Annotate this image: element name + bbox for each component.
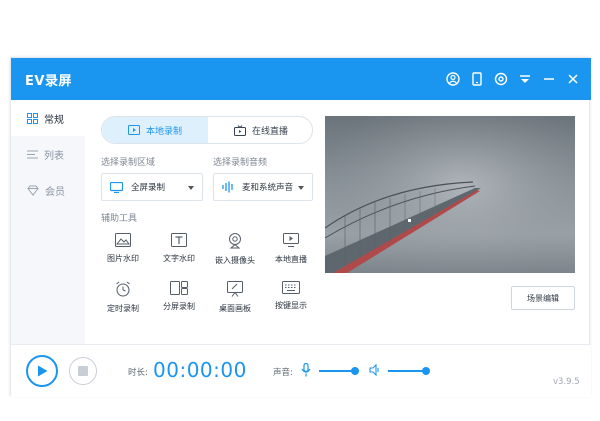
play-icon [38, 365, 48, 377]
tool-text-watermark[interactable]: 文字水印 [151, 233, 207, 273]
version-label: v3.9.5 [553, 377, 580, 387]
alarm-icon [116, 281, 130, 297]
mode-toggle: 本地录制 在线直播 [101, 116, 313, 144]
keyboard-icon [282, 281, 300, 294]
speaker-volume-knob[interactable] [421, 367, 430, 375]
speaker-icon[interactable] [369, 364, 381, 376]
camera-icon [229, 233, 241, 249]
sidebar-item-general[interactable]: 常规 [11, 100, 85, 136]
sidebar-item-list[interactable]: 列表 [11, 136, 85, 172]
tab-live-stream[interactable]: 在线直播 [208, 117, 312, 143]
sidebar-item-label: 常规 [44, 114, 64, 126]
audio-wave-icon [222, 181, 233, 193]
volume-label: 声音: [273, 368, 293, 378]
duration-value: 00:00:00 [153, 358, 247, 382]
tool-desktop-whiteboard[interactable]: 桌面画板 [207, 281, 263, 321]
settings-icon[interactable] [492, 70, 510, 88]
menu-icon[interactable] [516, 70, 534, 88]
close-icon[interactable] [564, 70, 582, 88]
bridge-fog-preview-image [325, 116, 575, 273]
list-icon [27, 150, 38, 158]
speaker-volume-fill [388, 370, 426, 372]
split-screen-icon [170, 281, 188, 295]
tool-split-screen[interactable]: 分屏录制 [151, 281, 207, 321]
speaker-volume-slider[interactable] [388, 367, 430, 375]
audio-select[interactable]: 麦和系统声音 [213, 173, 313, 201]
tool-embed-camera[interactable]: 嵌入摄像头 [207, 233, 263, 273]
minimize-icon[interactable] [540, 70, 558, 88]
text-icon [171, 233, 187, 247]
tool-local-live[interactable]: 本地直播 [263, 233, 319, 273]
preview-area [325, 116, 575, 273]
tools-label: 辅助工具 [101, 214, 138, 224]
user-icon[interactable] [444, 70, 462, 88]
main-panel: 本地录制 在线直播 选择录制区域 选择录制音频 全屏录制 麦和系统声音 辅助工具… [85, 100, 591, 344]
chevron-down-icon [298, 186, 304, 190]
sidebar-item-label: 列表 [44, 150, 64, 162]
scene-edit-button[interactable]: 场景编辑 [511, 286, 575, 310]
tab-local-record[interactable]: 本地录制 [102, 117, 208, 143]
region-select[interactable]: 全屏录制 [101, 173, 203, 201]
whiteboard-icon [227, 281, 243, 297]
tool-image-watermark[interactable]: 图片水印 [95, 233, 151, 273]
start-record-button[interactable] [26, 355, 58, 387]
grid-icon [27, 112, 38, 124]
audio-label: 选择录制音频 [213, 158, 268, 168]
diamond-icon [27, 185, 39, 196]
stop-icon [78, 366, 88, 376]
control-bar: 时长: 00:00:00 声音: v3.9.5 [11, 344, 591, 397]
monitor-icon [110, 181, 123, 193]
phone-icon[interactable] [468, 70, 486, 88]
tool-scheduled-record[interactable]: 定时录制 [95, 281, 151, 321]
app-window: EV录屏 常规 列表 会员 本地录制 在线直播 选择录制区域 选择录制音频 全屏… [10, 57, 591, 397]
sidebar: 常规 列表 会员 [11, 100, 85, 344]
video-icon [127, 125, 140, 135]
image-icon [115, 233, 131, 247]
sidebar-item-member[interactable]: 会员 [11, 172, 85, 208]
mic-volume-fill [319, 370, 355, 372]
tool-key-display[interactable]: 按键显示 [263, 281, 319, 321]
duration-label: 时长: [128, 368, 148, 378]
app-title: EV录屏 [25, 74, 72, 89]
chevron-down-icon [188, 186, 194, 190]
sidebar-item-label: 会员 [45, 186, 65, 198]
region-select-value: 全屏录制 [131, 183, 166, 193]
mic-volume-slider[interactable] [319, 367, 359, 375]
title-bar: EV录屏 [11, 58, 591, 100]
stop-record-button[interactable] [69, 357, 97, 385]
mic-volume-knob[interactable] [351, 367, 359, 375]
region-label: 选择录制区域 [101, 158, 156, 168]
audio-select-value: 麦和系统声音 [242, 183, 294, 193]
microphone-icon[interactable] [301, 363, 311, 377]
monitor-play-icon [283, 233, 299, 247]
tv-icon [233, 124, 246, 136]
